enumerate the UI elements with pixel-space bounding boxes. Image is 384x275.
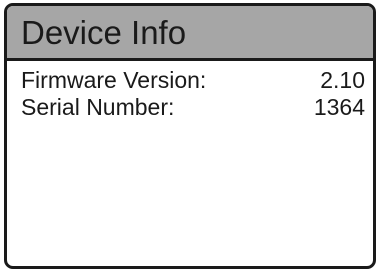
info-list: Firmware Version: 2.10 Serial Number: 13… [7,61,373,123]
serial-number-label: Serial Number: [21,94,175,120]
page-title: Device Info [21,13,187,51]
firmware-version-label: Firmware Version: [21,67,207,93]
title-bar: Device Info [7,6,373,61]
serial-number-row: Serial Number: 1364 [7,96,373,123]
firmware-version-row: Firmware Version: 2.10 [7,69,373,96]
firmware-version-value: 2.10 [320,67,365,93]
device-info-screen: Device Info Firmware Version: 2.10 Seria… [4,3,376,269]
serial-number-value: 1364 [313,94,365,120]
